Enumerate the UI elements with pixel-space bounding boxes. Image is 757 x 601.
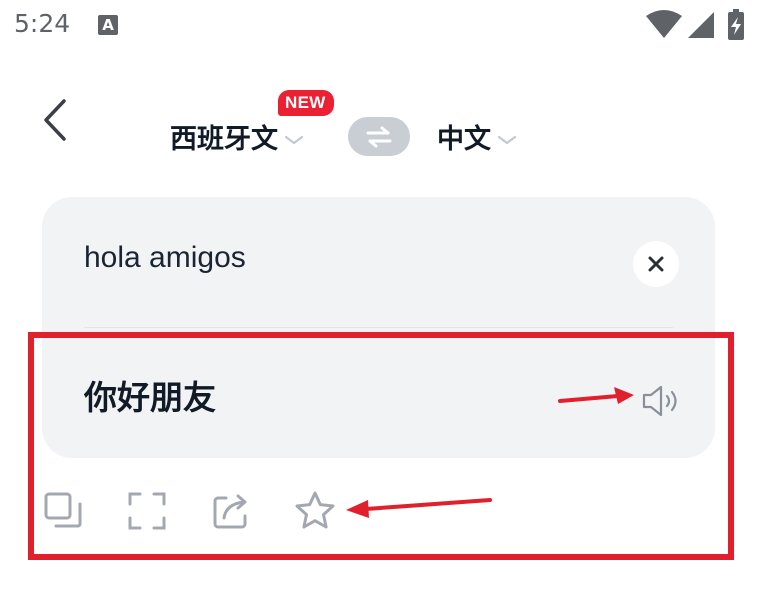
chevron-left-icon bbox=[44, 99, 66, 141]
status-time: 5:24 bbox=[14, 9, 71, 38]
back-button[interactable] bbox=[30, 90, 80, 150]
speaker-icon bbox=[642, 385, 677, 417]
target-language-dropdown[interactable]: 中文 bbox=[437, 116, 517, 156]
signal-icon bbox=[688, 12, 714, 38]
translation-text: 你好朋友 bbox=[84, 378, 216, 417]
system-status-icons bbox=[646, 9, 744, 40]
swap-arrows-icon bbox=[366, 126, 392, 147]
battery-charging-icon bbox=[728, 9, 744, 40]
action-toolbar bbox=[40, 488, 360, 536]
source-language-label: 西班牙文 bbox=[170, 123, 278, 155]
divider bbox=[84, 327, 673, 328]
translation-result-card: 你好朋友 bbox=[42, 327, 715, 458]
share-button[interactable] bbox=[208, 488, 254, 534]
wifi-icon bbox=[646, 10, 682, 38]
star-icon bbox=[295, 491, 335, 529]
annotation-arrow-icon bbox=[346, 498, 492, 518]
status-bar: 5:24 A bbox=[0, 0, 757, 52]
fullscreen-icon bbox=[128, 492, 166, 530]
clear-button[interactable] bbox=[633, 241, 679, 287]
source-text-input[interactable]: hola amigos bbox=[84, 241, 246, 275]
source-language-dropdown[interactable]: 西班牙文 bbox=[170, 116, 304, 156]
swap-languages-button[interactable] bbox=[348, 117, 410, 156]
copy-icon bbox=[44, 492, 82, 528]
chevron-down-icon bbox=[284, 135, 304, 145]
chevron-down-icon bbox=[497, 135, 517, 145]
favorite-button[interactable] bbox=[292, 488, 338, 534]
notification-icon: A bbox=[98, 15, 118, 35]
language-selector-bar: 西班牙文 NEW 中文 bbox=[160, 86, 580, 166]
copy-button[interactable] bbox=[40, 488, 86, 534]
input-card: hola amigos bbox=[42, 197, 715, 327]
speak-button[interactable] bbox=[640, 383, 684, 419]
share-icon bbox=[213, 494, 247, 529]
fullscreen-button[interactable] bbox=[124, 488, 170, 534]
close-icon bbox=[648, 256, 664, 272]
new-badge: NEW bbox=[278, 90, 334, 116]
target-language-label: 中文 bbox=[437, 123, 491, 155]
